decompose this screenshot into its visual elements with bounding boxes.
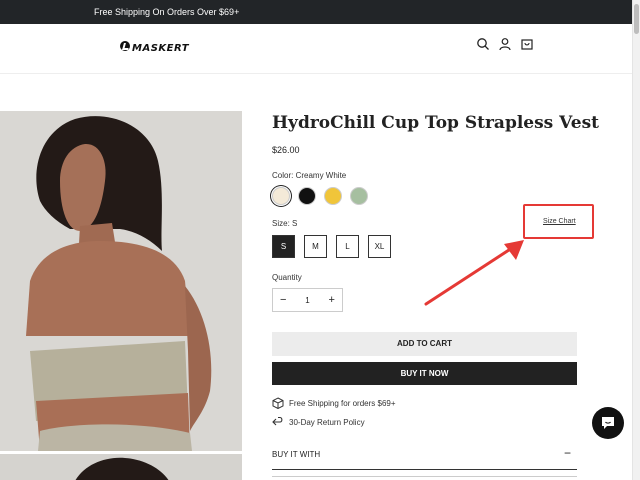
buy-now-button[interactable]: BUY IT NOW (272, 362, 577, 385)
quantity-value[interactable]: 1 (305, 296, 309, 305)
logo-text: MASKERT (132, 43, 190, 54)
scrollbar-thumb[interactable] (634, 4, 639, 34)
site-header: MASKERT (0, 24, 632, 74)
size-button-l[interactable]: L (336, 235, 359, 258)
color-swatch-black[interactable] (298, 187, 316, 205)
quantity-increase-button[interactable]: + (329, 294, 335, 306)
quantity-stepper[interactable]: − 1 + (272, 288, 343, 312)
product-main-image[interactable] (0, 111, 242, 451)
search-icon[interactable] (476, 37, 490, 51)
chat-bubble-icon (602, 417, 614, 429)
product-thumbnail-image[interactable] (0, 454, 242, 480)
cart-icon[interactable] (520, 37, 534, 51)
size-button-xl[interactable]: XL (368, 235, 391, 258)
size-button-s[interactable]: S (272, 235, 295, 258)
box-icon (272, 397, 284, 409)
color-swatch-sage[interactable] (350, 187, 368, 205)
return-arrow-icon (272, 416, 284, 428)
color-swatch-creamy-white[interactable] (272, 187, 290, 205)
logo[interactable]: MASKERT (120, 37, 189, 54)
color-swatches (272, 187, 368, 205)
size-options: S M L XL (272, 235, 391, 258)
product-title: HydroChill Cup Top Strapless Vest (272, 113, 600, 133)
account-icon[interactable] (498, 37, 512, 51)
size-chart-link[interactable]: Size Chart (543, 218, 576, 225)
accordion-buy-it-with[interactable]: BUY IT WITH − (272, 441, 577, 470)
perk-text: 30-Day Return Policy (289, 417, 365, 427)
color-label: Color: Creamy White (272, 171, 347, 180)
perk-free-shipping: Free Shipping for orders $69+ (272, 397, 396, 409)
announcement-bar: Free Shipping On Orders Over $69+ (0, 0, 632, 24)
page-scrollbar[interactable] (632, 0, 640, 480)
product-page: Free Shipping On Orders Over $69+ MASKER… (0, 0, 640, 480)
collapse-icon[interactable]: − (564, 446, 571, 460)
perk-return-policy: 30-Day Return Policy (272, 416, 365, 428)
product-price: $26.00 (272, 145, 300, 155)
quantity-decrease-button[interactable]: − (280, 294, 286, 306)
size-button-m[interactable]: M (304, 235, 327, 258)
chat-button[interactable] (592, 407, 624, 439)
accordion-next (272, 476, 577, 480)
annotation-arrow (424, 240, 524, 306)
perk-text: Free Shipping for orders $69+ (289, 398, 396, 408)
logo-mark-icon (120, 40, 130, 51)
size-label: Size: S (272, 219, 298, 228)
accordion-label: BUY IT WITH (272, 450, 321, 459)
color-swatch-yellow[interactable] (324, 187, 342, 205)
quantity-label: Quantity (272, 273, 302, 282)
add-to-cart-button[interactable]: ADD TO CART (272, 332, 577, 356)
